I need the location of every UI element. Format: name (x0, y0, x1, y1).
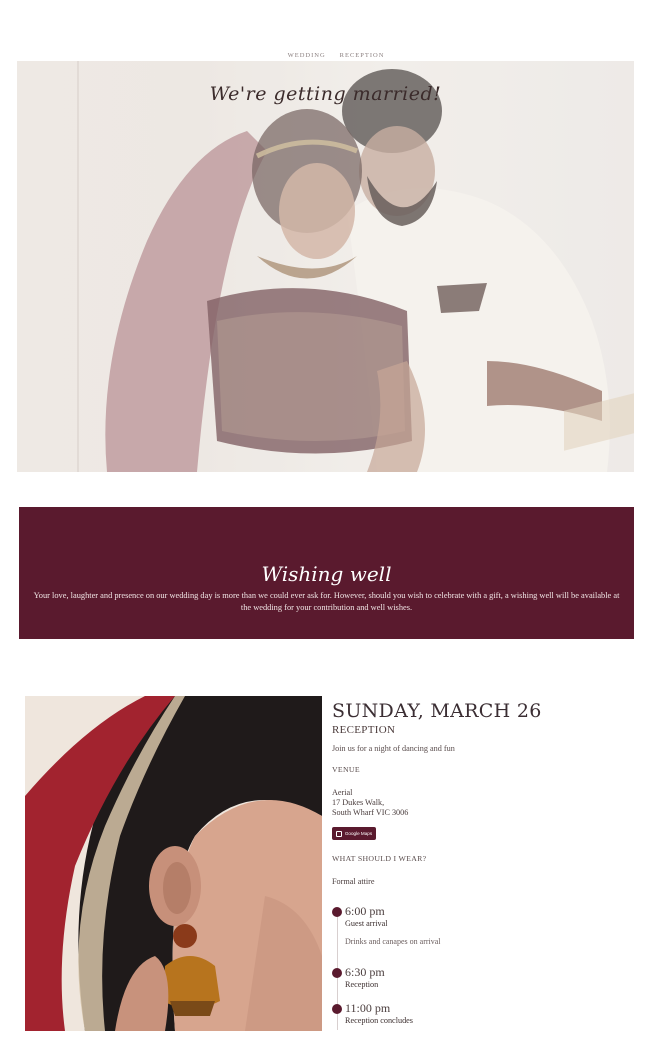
top-nav: WEDDING RECEPTION (0, 44, 672, 62)
dress-code-value: Formal attire (332, 877, 375, 886)
timeline-dot (332, 1004, 342, 1014)
google-maps-label: Google Maps (344, 831, 373, 836)
venue-name: Aerial (332, 788, 353, 797)
wishing-well-title: Wishing well (261, 562, 392, 586)
event-date: SUNDAY, MARCH 26 (332, 700, 542, 722)
dress-code-heading: WHAT SHOULD I WEAR? (332, 854, 427, 863)
bride-earring-photo (25, 696, 322, 1031)
timeline-dot (332, 968, 342, 978)
bride-earring-illustration (25, 696, 322, 1031)
venue-heading: VENUE (332, 765, 360, 774)
timeline-label: Reception (345, 980, 379, 989)
wishing-well-text: Your love, laughter and presence on our … (33, 591, 620, 612)
timeline-note: Drinks and canapes on arrival (345, 937, 441, 946)
hero-title: We're getting married! (209, 83, 442, 105)
venue-city: South Wharf VIC 3006 (332, 808, 409, 817)
timeline-dot (332, 907, 342, 917)
event-name: RECEPTION (332, 724, 396, 736)
wishing-well-section: Wishing well Your love, laughter and pre… (19, 507, 634, 639)
event-description: Join us for a night of dancing and fun (332, 744, 455, 753)
external-link-icon (335, 830, 342, 837)
nav-link-reception[interactable]: RECEPTION (340, 52, 385, 59)
venue-address: Aerial 17 Dukes Walk, South Wharf VIC 30… (332, 788, 408, 818)
timeline-label: Guest arrival (345, 919, 388, 928)
timeline-time: 11:00 pm (345, 1001, 391, 1015)
hero-image: We're getting married! (17, 61, 634, 472)
nav-link-wedding[interactable]: WEDDING (288, 52, 326, 59)
venue-street: 17 Dukes Walk, (332, 798, 385, 807)
timeline-label: Reception concludes (345, 1016, 413, 1025)
event-timeline: 6:00 pm Guest arrival Drinks and canapes… (332, 902, 632, 1032)
timeline-time: 6:00 pm (345, 904, 385, 918)
timeline-time: 6:30 pm (345, 965, 385, 979)
google-maps-button[interactable]: Google Maps (332, 827, 376, 840)
couple-illustration (17, 61, 634, 472)
